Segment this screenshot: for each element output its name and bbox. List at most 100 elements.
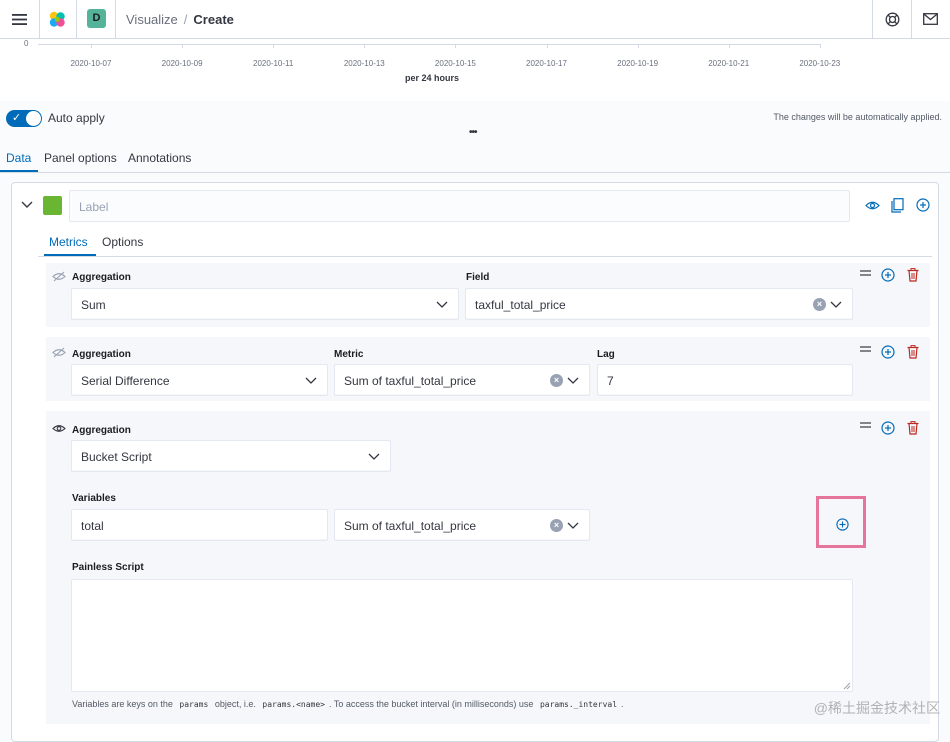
add-metric-icon[interactable] [881,421,895,435]
help-mid: object, i.e. [214,699,256,709]
variable-name-input[interactable]: total [71,509,328,541]
aggregation-select[interactable]: Bucket Script [71,440,391,472]
breadcrumb-current: Create [193,12,234,27]
clear-icon[interactable]: × [550,374,563,387]
x-axis-title: per 24 hours [404,73,460,83]
clear-icon[interactable]: × [550,519,563,532]
trash-icon[interactable] [907,345,919,359]
tab-data[interactable]: Data [6,151,31,165]
field-label: Field [466,272,490,283]
variable-metric-select[interactable]: Sum of taxful_total_price × [334,509,590,541]
top-header: D Visualize / Create [0,0,950,39]
breadcrumb: Visualize / Create [126,12,234,27]
hamburger-menu-icon[interactable] [12,13,27,26]
field-value: taxful_total_price [475,298,566,312]
x-axis-tick-mark [182,44,184,48]
aggregation-label: Aggregation [72,349,131,360]
x-axis-tick-label: 2020-10-07 [70,59,112,68]
space-avatar[interactable]: D [87,9,106,28]
help-lifebuoy-icon[interactable] [885,12,900,27]
auto-apply-label[interactable]: Auto apply [48,111,105,125]
painless-script-label: Painless Script [72,562,144,573]
lag-label: Lag [597,349,615,360]
elastic-logo-icon[interactable] [48,10,67,29]
drag-handle-icon[interactable] [860,270,871,277]
tab-panel-options[interactable]: Panel options [44,151,117,165]
tab-annotations[interactable]: Annotations [128,151,191,165]
x-axis-tick-label: 2020-10-11 [253,59,294,68]
help-code-params-name: params.<name> [262,700,325,709]
breadcrumb-separator: / [183,12,188,27]
lag-input[interactable]: 7 [597,364,853,396]
x-axis-tick-label: 2020-10-19 [617,59,659,68]
subtabs-divider [38,256,932,257]
eye-closed-icon[interactable] [52,347,66,358]
metric-value: Sum of taxful_total_price [344,374,477,388]
x-axis-tick-label: 2020-10-15 [434,59,476,68]
aggregation-label: Aggregation [72,272,131,283]
drag-handle-icon[interactable] [860,422,871,429]
x-axis-tick-label: 2020-10-23 [799,59,841,68]
aggregation-select[interactable]: Serial Difference [71,364,328,396]
help-end: . [621,699,624,709]
add-series-icon[interactable] [916,198,930,212]
header-divider [911,0,912,39]
chevron-down-icon [567,377,579,384]
chevron-down-icon [436,301,448,308]
drag-handle-icon[interactable] [860,346,871,353]
lag-value: 7 [607,374,614,388]
x-axis-line [38,44,820,45]
watermark-text: @稀土掘金技术社区 [813,700,940,716]
add-metric-icon[interactable] [881,268,895,282]
x-axis-tick-mark [91,44,92,48]
header-divider [39,0,40,39]
clear-icon[interactable]: × [813,298,826,311]
aggregation-value: Sum [81,298,106,312]
eye-icon[interactable] [52,423,66,434]
y-axis-zero-label: 0 [24,39,29,48]
x-axis-tick-label: 2020-10-21 [708,59,750,68]
trash-icon[interactable] [907,268,919,282]
field-select[interactable]: taxful_total_price × [465,288,853,320]
aggregation-value: Serial Difference [81,374,170,388]
add-variable-icon[interactable] [836,518,849,531]
eye-icon[interactable] [865,200,880,211]
help-code-params: params [179,700,209,709]
variables-label: Variables [72,493,116,504]
subtab-metrics[interactable]: Metrics [49,235,88,249]
x-axis-tick-label: 2020-10-13 [343,59,385,68]
x-axis-tick-mark [455,44,457,48]
resize-grip-icon[interactable] [843,682,851,690]
painless-help-text: Variables are keys on the params object,… [72,699,624,709]
metric-label: Metric [334,349,364,360]
trash-icon[interactable] [907,421,919,435]
auto-apply-toggle[interactable]: ✓ [6,110,42,127]
x-axis-tick-label: 2020-10-09 [161,59,203,68]
aggregation-value: Bucket Script [81,450,152,464]
x-axis-tick-mark [546,44,548,48]
painless-script-editor[interactable] [71,579,853,692]
clone-icon[interactable] [891,198,904,213]
newsfeed-mail-icon[interactable] [923,13,938,25]
chevron-down-icon [567,522,579,529]
add-metric-icon[interactable] [881,345,895,359]
series-label-input[interactable]: Label [69,190,850,222]
help-prefix: Variables are keys on the [72,699,173,709]
resize-handle-icon[interactable]: ••• [469,127,477,138]
header-divider [76,0,77,39]
subtab-options[interactable]: Options [102,235,143,249]
x-axis-tick-mark [273,44,275,48]
check-icon: ✓ [12,112,22,124]
collapse-chevron-icon[interactable] [21,200,33,210]
x-axis-tick-mark [819,44,821,48]
x-axis-tick-mark [364,44,366,48]
variable-name-value: total [81,519,104,533]
metric-select[interactable]: Sum of taxful_total_price × [334,364,590,396]
help-code-interval: params._interval [539,700,618,709]
aggregation-select[interactable]: Sum [71,288,459,320]
series-color-picker[interactable] [43,196,62,215]
breadcrumb-visualize[interactable]: Visualize [126,12,178,27]
chevron-down-icon [305,377,317,384]
x-axis-tick-label: 2020-10-17 [526,59,567,68]
eye-closed-icon[interactable] [52,271,66,282]
